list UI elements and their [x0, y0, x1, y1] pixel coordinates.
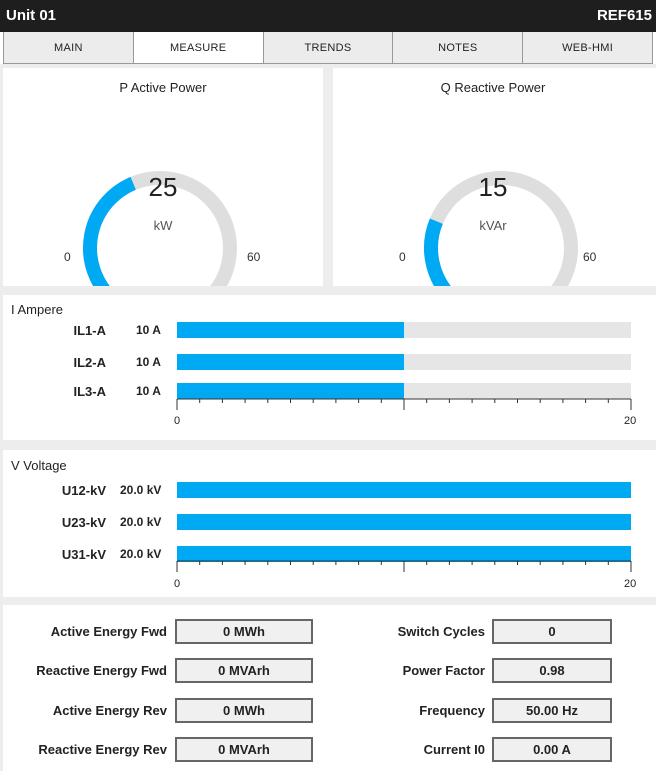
current-i0-field: 0.00 A — [492, 737, 612, 762]
gauge-max: 60 — [583, 250, 597, 264]
tab-main[interactable]: MAIN — [4, 32, 134, 63]
divider — [323, 68, 333, 286]
axis-max-label: 20 — [624, 578, 637, 590]
axis-min-label: 0 — [174, 415, 181, 427]
gauge-value: 25 — [148, 172, 178, 202]
section-title: V Voltage — [11, 458, 67, 473]
bar-value: 20.0 kV — [120, 515, 162, 529]
bar-value: 10 A — [136, 384, 161, 398]
bar-track — [177, 514, 631, 530]
bar-fill — [177, 383, 404, 399]
bar-label: IL1-A — [73, 323, 107, 338]
tab-trends[interactable]: TRENDS — [263, 32, 394, 63]
stat-label: Power Factor — [402, 663, 485, 678]
gauge-max: 60 — [247, 250, 261, 264]
stat-label: Active Energy Fwd — [50, 624, 167, 639]
bar-value: 10 A — [136, 355, 161, 369]
axis-min-label: 0 — [174, 578, 181, 590]
bar-label: IL2-A — [73, 355, 107, 370]
bar-row-u12: U12-kV 20.0 kV — [3, 480, 656, 500]
active-energy-fwd-field: 0 MWh — [175, 619, 313, 644]
bar-fill — [177, 354, 404, 370]
voltage-section: V Voltage U12-kV 20.0 kV U23-kV 20.0 kV … — [3, 450, 656, 597]
bar-fill — [177, 482, 631, 498]
divider — [0, 440, 656, 450]
power-factor-field: 0.98 — [492, 658, 612, 683]
gauge-value: 15 — [478, 172, 508, 202]
tab-bar: MAIN MEASURE TRENDS NOTES WEB-HMI — [3, 32, 653, 64]
bar-row-u23: U23-kV 20.0 kV — [3, 512, 656, 532]
bar-label: IL3-A — [73, 384, 107, 399]
stat-label: Active Energy Rev — [52, 703, 167, 718]
device-name: REF615 — [596, 7, 652, 24]
bar-row-il1: IL1-A 10 A — [3, 320, 656, 340]
reactive-power-gauge: Q Reactive Power 15 kVAr 0 60 — [333, 68, 653, 286]
unit-title: Unit 01 — [6, 7, 57, 24]
gauge-unit: kW — [153, 218, 173, 233]
stat-label: Reactive Energy Rev — [38, 742, 167, 757]
voltage-axis — [176, 560, 632, 572]
axis-max-label: 20 — [624, 415, 637, 427]
reactive-energy-fwd-field: 0 MVArh — [175, 658, 313, 683]
bar-fill — [177, 514, 631, 530]
gauge-min: 0 — [399, 250, 406, 264]
bar-track — [177, 354, 631, 370]
bar-fill — [177, 322, 404, 338]
bar-track — [177, 383, 631, 399]
frequency-field: 50.00 Hz — [492, 698, 612, 723]
gauge-min: 0 — [64, 250, 71, 264]
stat-label: Reactive Energy Fwd — [36, 663, 167, 678]
gauge-unit: kVAr — [479, 218, 507, 233]
active-energy-rev-field: 0 MWh — [175, 698, 313, 723]
tab-notes[interactable]: NOTES — [393, 32, 524, 63]
bar-track — [177, 322, 631, 338]
title-bar: Unit 01 REF615 — [0, 0, 656, 32]
current-axis — [176, 398, 632, 410]
tab-web-hmi[interactable]: WEB-HMI — [523, 32, 652, 63]
bar-label: U12-kV — [61, 483, 106, 498]
bar-value: 20.0 kV — [120, 483, 162, 497]
tab-measure[interactable]: MEASURE — [133, 32, 264, 63]
bar-value: 20.0 kV — [120, 547, 162, 561]
section-title: I Ampere — [11, 302, 64, 317]
switch-cycles-field: 0 — [492, 619, 612, 644]
bar-value: 10 A — [136, 323, 161, 337]
bar-row-il2: IL2-A 10 A — [3, 352, 656, 372]
bar-label: U23-kV — [61, 515, 106, 530]
stat-label: Frequency — [419, 703, 485, 718]
active-power-gauge: P Active Power 25 kW 0 60 — [3, 68, 323, 286]
divider — [0, 597, 656, 605]
stat-label: Switch Cycles — [397, 624, 485, 639]
current-section: I Ampere IL1-A 10 A IL2-A 10 A IL3-A 10 … — [3, 295, 656, 440]
divider — [0, 286, 656, 295]
stat-label: Current I0 — [423, 742, 485, 757]
bar-track — [177, 482, 631, 498]
energy-stats: Active Energy Fwd 0 MWh Reactive Energy … — [3, 605, 656, 771]
reactive-energy-rev-field: 0 MVArh — [175, 737, 313, 762]
